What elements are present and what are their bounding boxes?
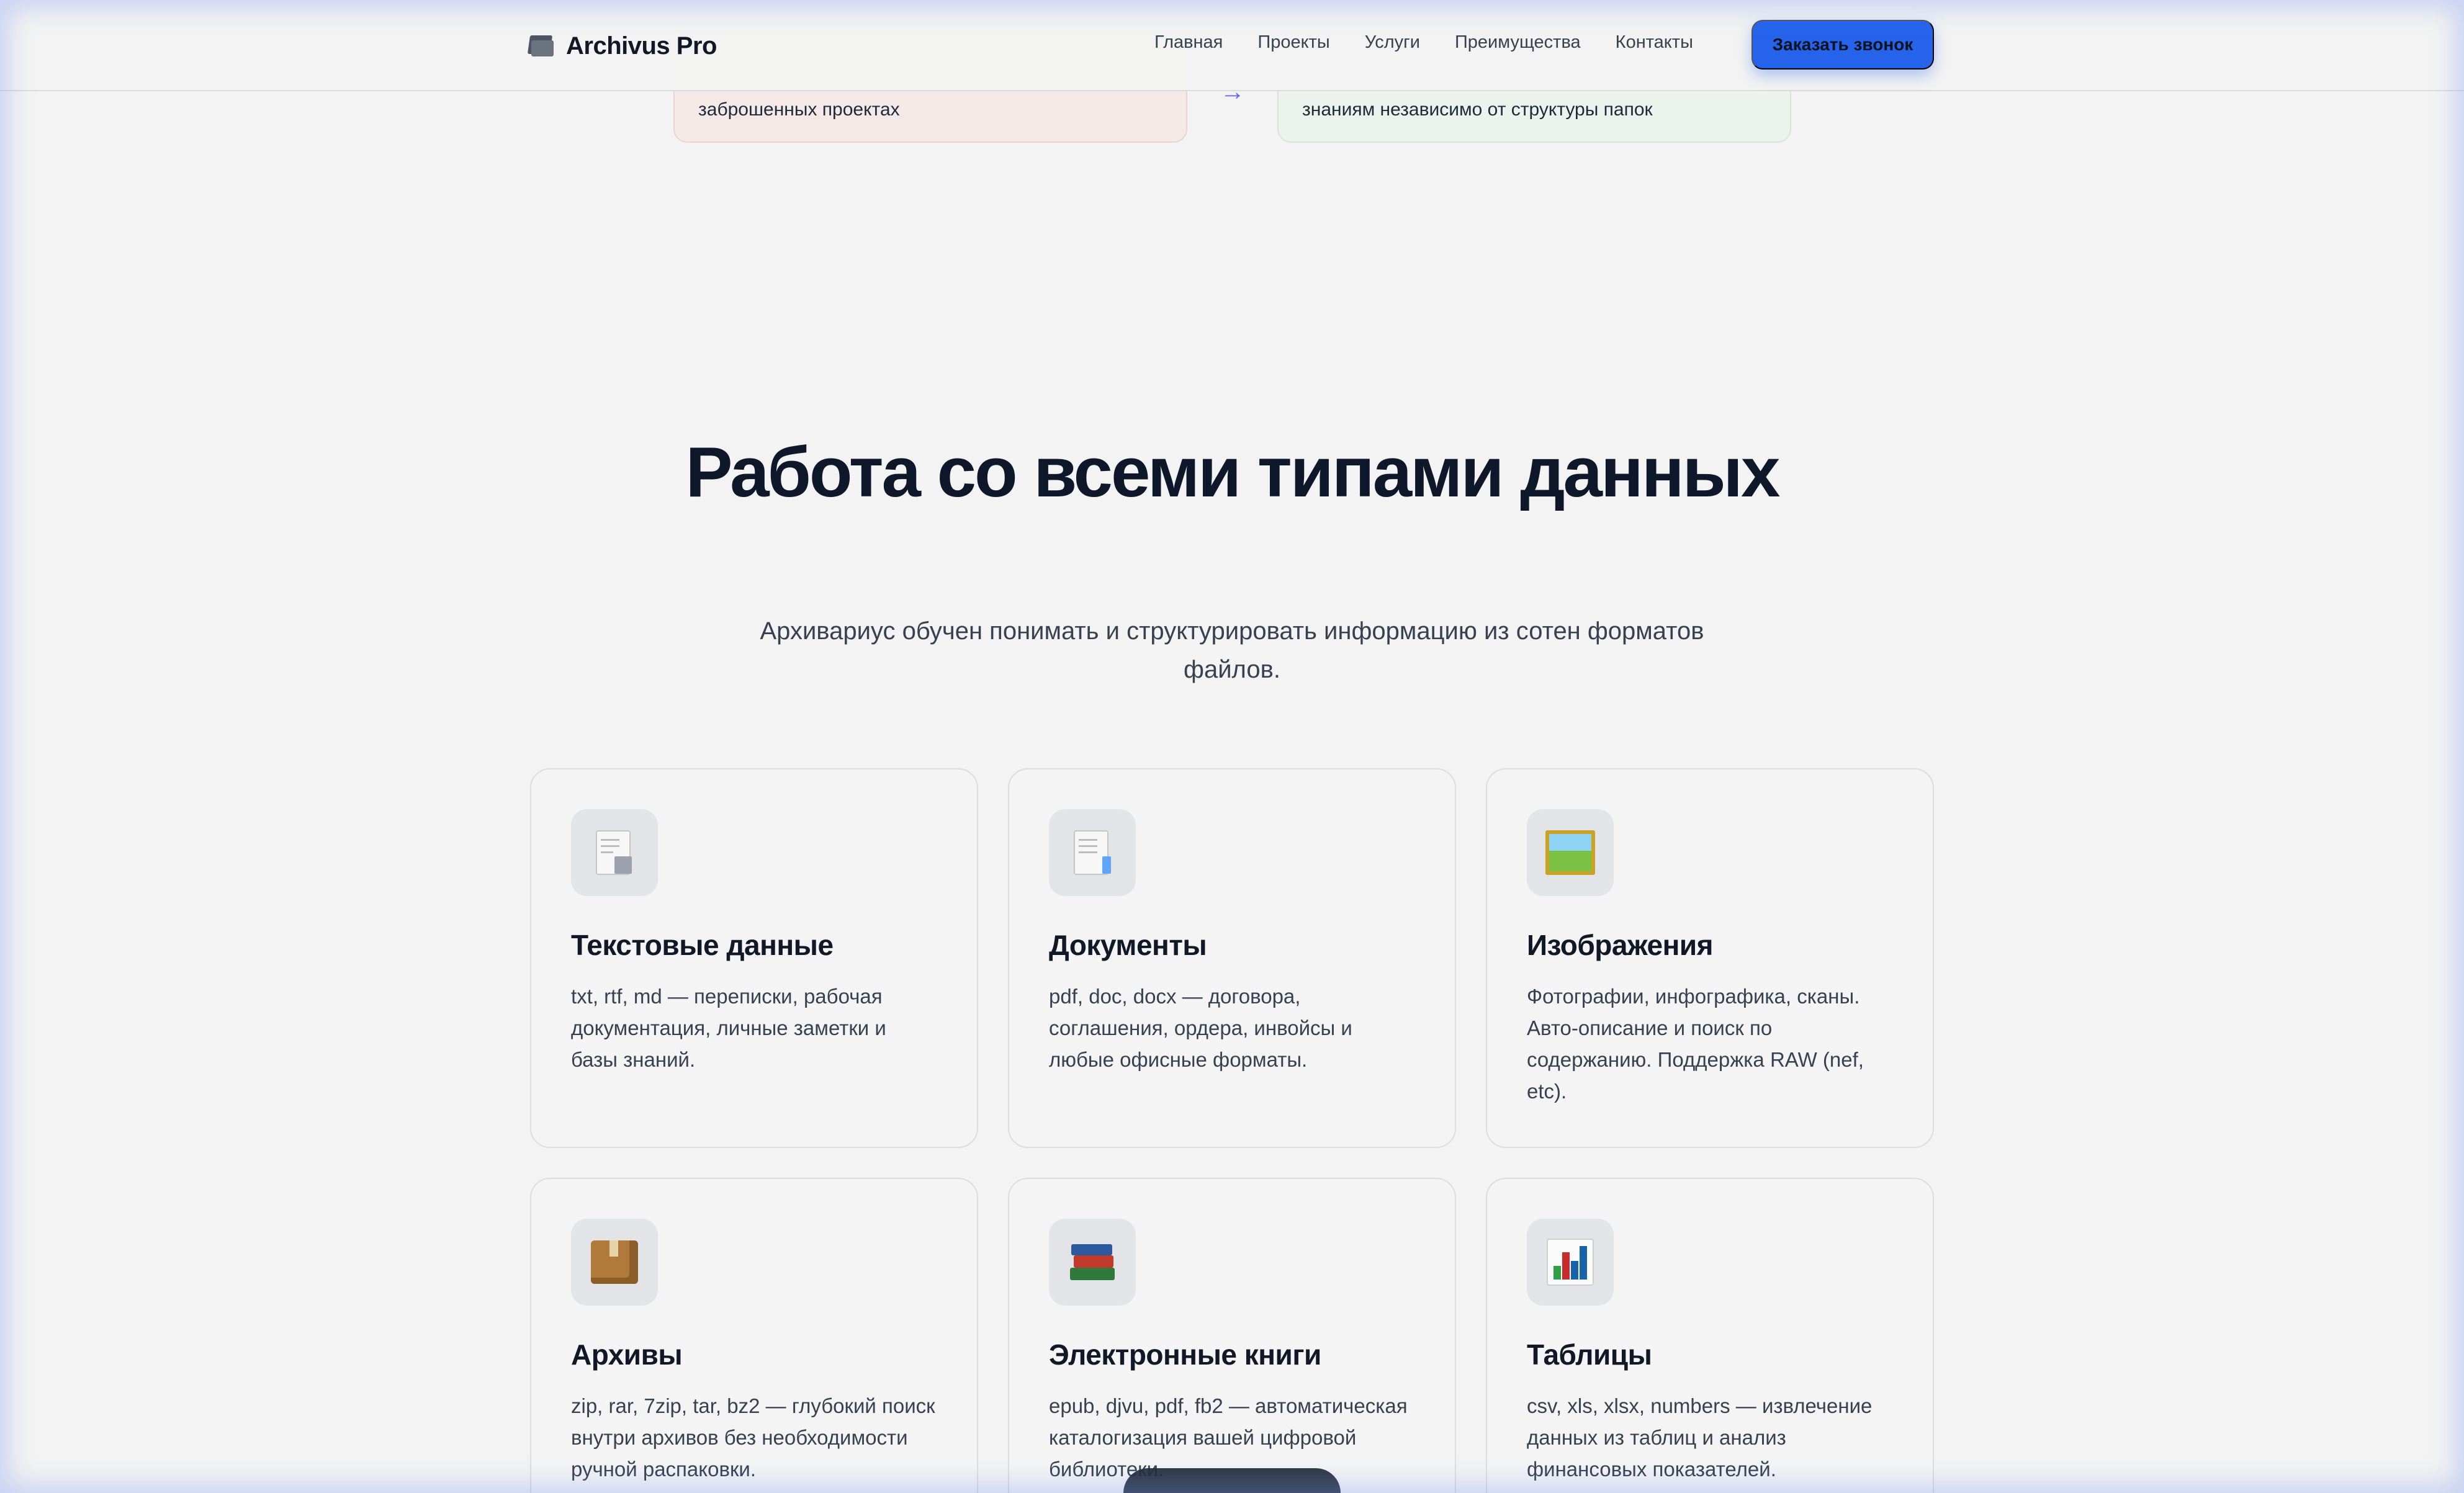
order-call-button[interactable]: Заказать звонок	[1751, 20, 1934, 69]
text-file-icon	[571, 809, 658, 896]
card-title: Электронные книги	[1049, 1338, 1321, 1371]
main-nav: Главная Проекты Услуги Преимущества Конт…	[1154, 32, 1693, 53]
card-title: Таблицы	[1527, 1338, 1652, 1371]
format-card-spreadsheets: Таблицы csv, xls, xlsx, numbers — извлеч…	[1486, 1178, 1934, 1493]
nav-link-services[interactable]: Услуги	[1365, 32, 1420, 53]
format-card-text: Текстовые данные txt, rtf, md — переписк…	[530, 768, 978, 1148]
floating-toolbar[interactable]	[1123, 1468, 1341, 1493]
format-card-ebooks: Электронные книги epub, djvu, pdf, fb2 —…	[1008, 1178, 1456, 1493]
section-subtitle: Архивариус обучен понимать и структуриро…	[760, 617, 1704, 683]
format-card-documents: Документы pdf, doc, docx — договора, сог…	[1008, 768, 1456, 1148]
card-description: Фотографии, инфографика, сканы. Авто-опи…	[1527, 985, 1864, 1103]
section-title: Работа со всеми типами данных	[685, 433, 1781, 512]
nav-link-home[interactable]: Главная	[1154, 32, 1223, 53]
card-title: Документы	[1049, 929, 1207, 961]
card-title: Текстовые данные	[571, 929, 834, 961]
logo[interactable]: Archivus Pro	[527, 27, 717, 65]
compare-after-text: знаниям независимо от структуры папок	[1302, 99, 1653, 120]
card-description: zip, rar, 7zip, tar, bz2 — глубокий поис…	[571, 1394, 935, 1481]
nav-link-advantages[interactable]: Преимущества	[1455, 32, 1581, 53]
compare-before-text: заброшенных проектах	[698, 99, 900, 120]
card-description: pdf, doc, docx — договора, соглашения, о…	[1049, 985, 1352, 1071]
format-card-archives: Архивы zip, rar, 7zip, tar, bz2 — глубок…	[530, 1178, 978, 1493]
card-description: csv, xls, xlsx, numbers — извлечение дан…	[1527, 1394, 1873, 1481]
books-icon	[1049, 1219, 1136, 1306]
nav-link-contacts[interactable]: Контакты	[1616, 32, 1693, 53]
card-title: Изображения	[1527, 929, 1713, 961]
card-description: txt, rtf, md — переписки, рабочая докуме…	[571, 985, 886, 1071]
nav-link-projects[interactable]: Проекты	[1257, 32, 1329, 53]
document-icon	[1049, 809, 1136, 896]
package-icon	[571, 1219, 658, 1306]
picture-icon	[1527, 809, 1614, 896]
site-header: Archivus Pro Главная Проекты Услуги Преи…	[0, 0, 2464, 91]
card-title: Архивы	[571, 1338, 683, 1371]
logo-text: Archivus Pro	[566, 32, 717, 60]
bar-chart-icon	[1527, 1219, 1614, 1306]
format-card-images: Изображения Фотографии, инфографика, ска…	[1486, 768, 1934, 1148]
folder-icon	[527, 35, 554, 56]
